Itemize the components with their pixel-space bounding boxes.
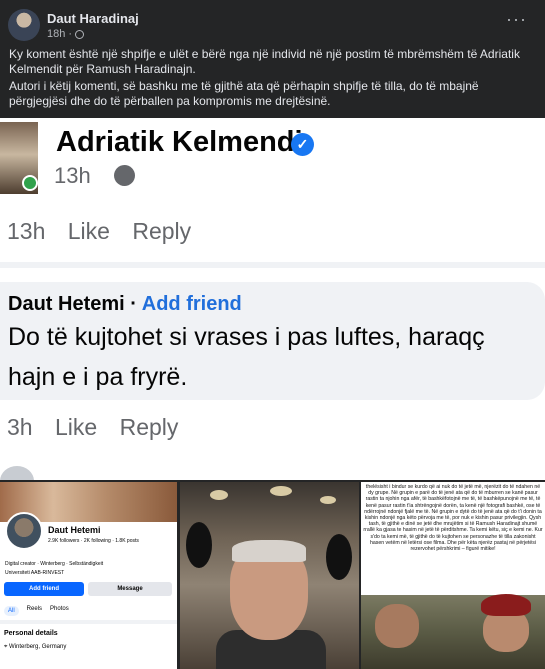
- red-beret: [481, 594, 531, 616]
- next-comment-avatar: [0, 466, 34, 480]
- photo-collage: Daut Hetemi 2.9K followers · 2K followin…: [0, 482, 545, 669]
- profile-info-1: Digital creator · Winterberg · Selbständ…: [5, 561, 104, 567]
- action-time: 13h: [7, 218, 46, 244]
- globe-icon: [114, 165, 135, 186]
- verified-badge-icon: ✓: [291, 133, 314, 156]
- tab-all: All: [4, 606, 19, 616]
- location-text: ⌖ Winterberg, Germany: [4, 644, 66, 651]
- comment-time: 3h: [7, 414, 33, 440]
- public-globe-icon: [75, 29, 85, 39]
- page-post-time: 13h: [54, 163, 91, 188]
- soldier-head: [375, 604, 419, 648]
- post-time[interactable]: 18h: [47, 28, 65, 40]
- post-header: Daut Haradinaj 18h · ···: [0, 0, 545, 46]
- blurred-face: [186, 522, 212, 568]
- author-name[interactable]: Daut Haradinaj: [47, 11, 139, 26]
- article-screenshot-photo[interactable]: thelësisht i bindur se kurdo që ai nuk d…: [361, 482, 545, 669]
- ceiling-light: [210, 490, 228, 500]
- divider: [0, 262, 545, 268]
- message-button: Message: [88, 582, 172, 596]
- comment-line-1: Do të kujtohet si vrases i pas luftes, h…: [8, 323, 485, 351]
- profile-info-2: Universiteti AAB-RINVEST: [5, 570, 65, 576]
- meta-dot: ·: [68, 28, 73, 40]
- more-options-icon[interactable]: ···: [506, 10, 527, 28]
- profile-stats: 2.9K followers · 2K following · 1.8K pos…: [48, 538, 139, 544]
- comment-like: Like: [54, 414, 98, 440]
- facebook-post: Daut Haradinaj 18h · ··· Ky koment është…: [0, 0, 545, 669]
- article-text: thelësisht i bindur se kurdo që ai nuk d…: [363, 484, 543, 553]
- profile-avatar: [5, 512, 43, 550]
- ceiling-light: [320, 496, 336, 504]
- add-friend-button: Add friend: [4, 582, 84, 596]
- comment-sep: ·: [130, 293, 137, 315]
- action-like: Like: [67, 218, 110, 244]
- selfie-photo[interactable]: [180, 482, 359, 669]
- add-friend-link: Add friend: [141, 293, 242, 315]
- comment-screenshot-image[interactable]: Adriatik Kelmendi ✓ 13h 13h Like Reply D…: [0, 118, 545, 480]
- online-status-icon: [22, 175, 38, 191]
- action-reply: Reply: [132, 218, 192, 244]
- comment-author: Daut Hetemi: [8, 293, 125, 315]
- post-text-paragraph-2: Autori i këtij komenti, së bashku me të …: [9, 79, 479, 108]
- profile-tabs: All Reels Photos: [4, 606, 69, 616]
- divider: [0, 620, 177, 624]
- person-hair: [232, 540, 306, 562]
- page-name: Adriatik Kelmendi: [56, 126, 303, 158]
- comment-reply: Reply: [119, 414, 179, 440]
- tab-photos: Photos: [50, 606, 69, 612]
- ceiling-light: [270, 486, 292, 496]
- location-value: Winterberg, Germany: [9, 644, 67, 650]
- post-text-paragraph-1: Ky koment është një shpifje e ulët e bër…: [9, 47, 520, 76]
- profile-name: Daut Hetemi: [48, 525, 101, 535]
- profile-screenshot-photo[interactable]: Daut Hetemi 2.9K followers · 2K followin…: [0, 482, 177, 669]
- comment-actions: 3h Like Reply: [7, 414, 194, 441]
- post-meta: 18h ·: [47, 28, 85, 40]
- tab-reels: Reels: [26, 606, 43, 612]
- personal-details-title: Personal details: [4, 630, 58, 637]
- comment-line-2: hajn e i pa fryrë.: [8, 363, 188, 391]
- author-avatar[interactable]: [8, 9, 40, 41]
- blurred-face: [326, 534, 352, 580]
- comment-author-row: Daut Hetemi · Add friend: [8, 293, 242, 316]
- post-actions: 13h Like Reply: [7, 218, 207, 245]
